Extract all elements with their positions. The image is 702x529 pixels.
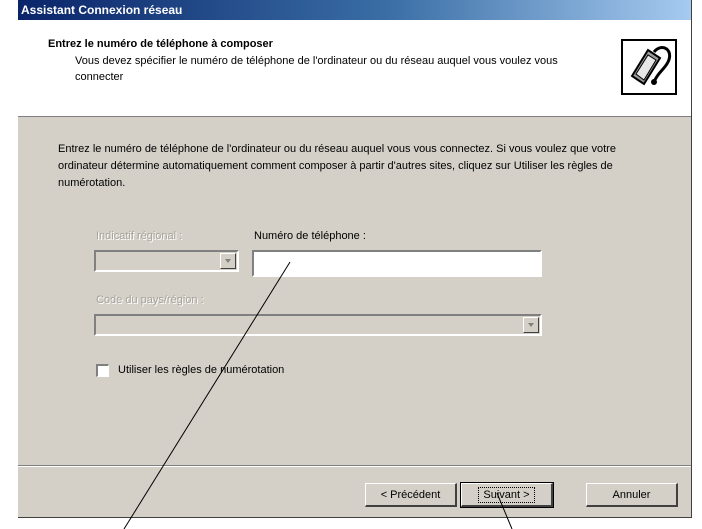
annotation-lines (123, 261, 513, 529)
annotation-line-phone (123, 261, 291, 529)
annotation-line-next (496, 492, 513, 529)
